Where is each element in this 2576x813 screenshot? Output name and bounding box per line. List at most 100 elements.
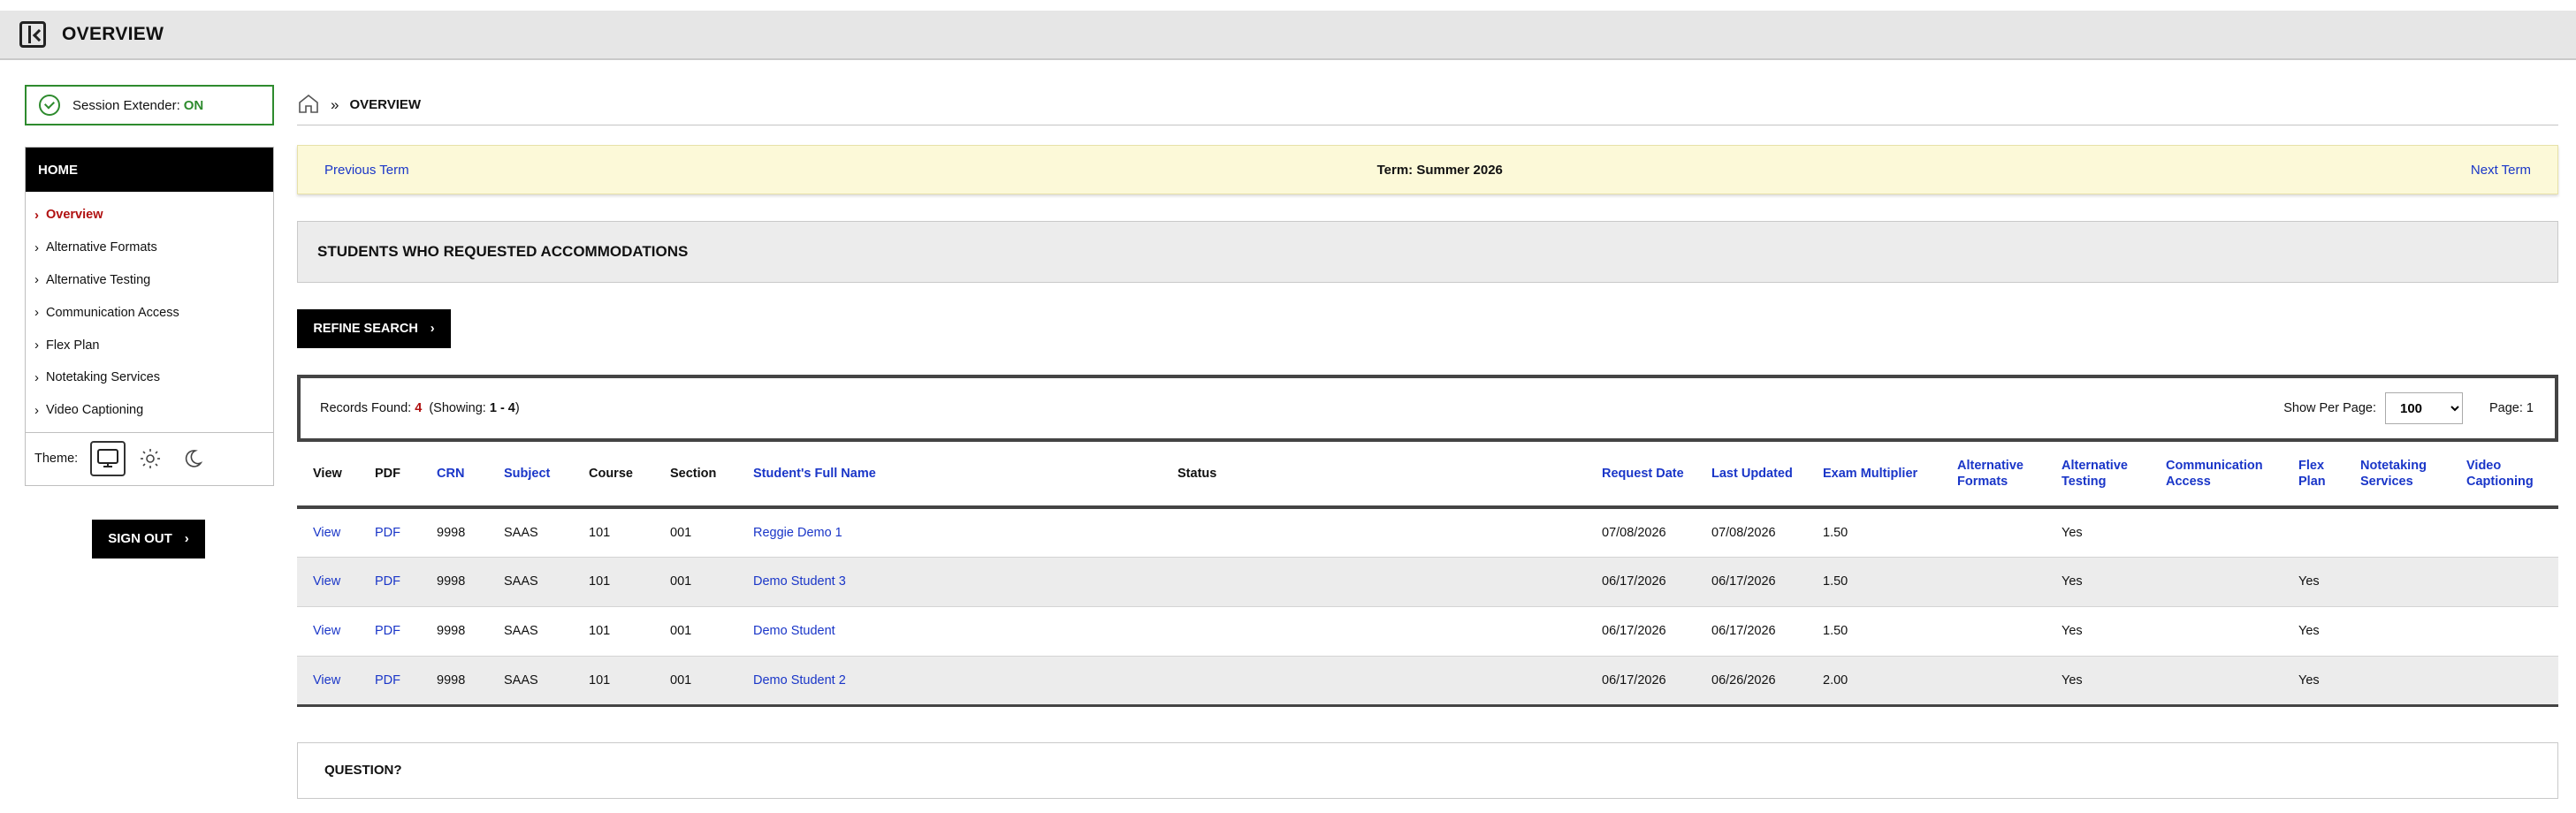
col-exam-multiplier[interactable]: Exam Multiplier <box>1807 442 1941 509</box>
session-extender[interactable]: Session Extender: ON <box>25 85 274 125</box>
sidebar-item-flex-plan[interactable]: › Flex Plan <box>26 329 273 361</box>
view-link[interactable]: View <box>297 507 359 558</box>
table-header-row: View PDF CRN Subject Course Section Stud… <box>297 442 2558 509</box>
chevron-right-icon: › <box>34 305 39 321</box>
view-link[interactable]: View <box>297 656 359 707</box>
cell-video-captioning <box>2450 507 2558 558</box>
cell-exam-multiplier: 2.00 <box>1807 656 1941 707</box>
cell-last-updated: 06/26/2026 <box>1696 656 1807 707</box>
next-term-link[interactable]: Next Term <box>2471 163 2531 178</box>
table-row: View PDF 9998 SAAS 101 001 Reggie Demo 1… <box>297 507 2558 558</box>
main-content: » OVERVIEW Previous Term Term: Summer 20… <box>297 85 2558 799</box>
sidebar-item-label: Communication Access <box>46 305 179 320</box>
cell-course: 101 <box>573 656 654 707</box>
sidebar-item-alternative-formats[interactable]: › Alternative Formats <box>26 232 273 264</box>
cell-request-date: 06/17/2026 <box>1586 656 1696 707</box>
table-row: View PDF 9998 SAAS 101 001 Demo Student … <box>297 656 2558 707</box>
col-communication-access[interactable]: Communication Access <box>2150 442 2283 509</box>
chevron-right-icon: › <box>34 272 39 288</box>
chevron-right-icon: › <box>34 338 39 353</box>
cell-section: 001 <box>654 656 737 707</box>
breadcrumb-separator: » <box>331 95 339 113</box>
col-notetaking-services[interactable]: Notetaking Services <box>2344 442 2450 509</box>
accommodations-table: View PDF CRN Subject Course Section Stud… <box>297 442 2558 707</box>
view-link[interactable]: View <box>297 606 359 657</box>
col-alternative-formats[interactable]: Alternative Formats <box>1941 442 2046 509</box>
pdf-link[interactable]: PDF <box>359 507 421 558</box>
cell-course: 101 <box>573 557 654 607</box>
view-link[interactable]: View <box>297 557 359 607</box>
col-alternative-testing[interactable]: Alternative Testing <box>2046 442 2150 509</box>
cell-exam-multiplier: 1.50 <box>1807 507 1941 558</box>
cell-notetaking-services <box>2344 656 2450 707</box>
sidebar-item-communication-access[interactable]: › Communication Access <box>26 296 273 329</box>
sidebar-item-notetaking-services[interactable]: › Notetaking Services <box>26 361 273 394</box>
student-name-link[interactable]: Demo Student <box>737 606 1162 657</box>
sun-icon[interactable] <box>133 441 168 476</box>
term-navigator: Previous Term Term: Summer 2026 Next Ter… <box>297 145 2558 194</box>
chevron-right-icon: › <box>34 239 39 255</box>
nav-home-header[interactable]: HOME <box>26 148 273 192</box>
moon-icon[interactable] <box>175 441 210 476</box>
col-crn[interactable]: CRN <box>421 442 488 509</box>
pdf-link[interactable]: PDF <box>359 606 421 657</box>
cell-last-updated: 06/17/2026 <box>1696 606 1807 657</box>
col-pdf: PDF <box>359 442 421 509</box>
student-name-link[interactable]: Reggie Demo 1 <box>737 507 1162 558</box>
monitor-icon[interactable] <box>90 441 126 477</box>
current-term: Term: Summer 2026 <box>1376 162 1503 178</box>
pdf-link[interactable]: PDF <box>359 656 421 707</box>
cell-flex-plan: Yes <box>2283 557 2344 607</box>
per-page-select[interactable]: 100 <box>2385 392 2463 424</box>
page-indicator: Page: 1 <box>2489 401 2534 415</box>
home-icon[interactable] <box>297 93 320 118</box>
cell-subject: SAAS <box>488 656 573 707</box>
theme-switcher: Theme: <box>26 431 273 485</box>
showing-suffix: ) <box>514 401 520 415</box>
col-video-captioning[interactable]: Video Captioning <box>2450 442 2558 509</box>
pagination-controls: Show Per Page: 100 Page: 1 <box>2283 392 2534 424</box>
cell-crn: 9998 <box>421 507 488 558</box>
cell-request-date: 06/17/2026 <box>1586 606 1696 657</box>
col-last-updated[interactable]: Last Updated <box>1696 442 1807 509</box>
cell-section: 001 <box>654 606 737 657</box>
cell-crn: 9998 <box>421 606 488 657</box>
page-header-title: OVERVIEW <box>62 24 164 44</box>
cell-course: 101 <box>573 606 654 657</box>
cell-communication-access <box>2150 656 2283 707</box>
col-request-date[interactable]: Request Date <box>1586 442 1696 509</box>
cell-video-captioning <box>2450 656 2558 707</box>
cell-alternative-testing: Yes <box>2046 606 2150 657</box>
cell-alternative-testing: Yes <box>2046 557 2150 607</box>
sign-out-button[interactable]: SIGN OUT › <box>92 519 205 558</box>
sidebar-item-alternative-testing[interactable]: › Alternative Testing <box>26 264 273 297</box>
cell-alternative-testing: Yes <box>2046 656 2150 707</box>
cell-last-updated: 07/08/2026 <box>1696 507 1807 558</box>
showing-range: 1 - 4 <box>489 401 515 415</box>
col-flex-plan[interactable]: Flex Plan <box>2283 442 2344 509</box>
sidebar-item-video-captioning[interactable]: › Video Captioning <box>26 394 273 427</box>
col-student-name[interactable]: Student's Full Name <box>737 442 1162 509</box>
cell-status <box>1162 557 1586 607</box>
cell-status <box>1162 507 1586 558</box>
student-name-link[interactable]: Demo Student 3 <box>737 557 1162 607</box>
sidebar-item-label: Alternative Formats <box>46 240 157 255</box>
cell-flex-plan: Yes <box>2283 656 2344 707</box>
sidebar-toggle-icon[interactable] <box>19 21 46 48</box>
refine-search-button[interactable]: REFINE SEARCH › <box>297 309 451 348</box>
cell-alternative-formats <box>1941 606 2046 657</box>
records-bar: Records Found: 4 (Showing: 1 - 4) Show P… <box>297 375 2558 442</box>
sidebar-nav: HOME › Overview › Alternative Formats › Alt… <box>25 147 274 486</box>
col-status: Status <box>1162 442 1586 509</box>
col-course: Course <box>573 442 654 509</box>
pdf-link[interactable]: PDF <box>359 557 421 607</box>
student-name-link[interactable]: Demo Student 2 <box>737 656 1162 707</box>
chevron-right-icon: › <box>34 369 39 385</box>
cell-request-date: 06/17/2026 <box>1586 557 1696 607</box>
cell-communication-access <box>2150 606 2283 657</box>
cell-communication-access <box>2150 507 2283 558</box>
col-subject[interactable]: Subject <box>488 442 573 509</box>
sidebar-item-overview[interactable]: › Overview <box>26 199 273 232</box>
previous-term-link[interactable]: Previous Term <box>324 163 409 178</box>
sidebar: Session Extender: ON HOME › Overview › Alt… <box>25 85 274 558</box>
